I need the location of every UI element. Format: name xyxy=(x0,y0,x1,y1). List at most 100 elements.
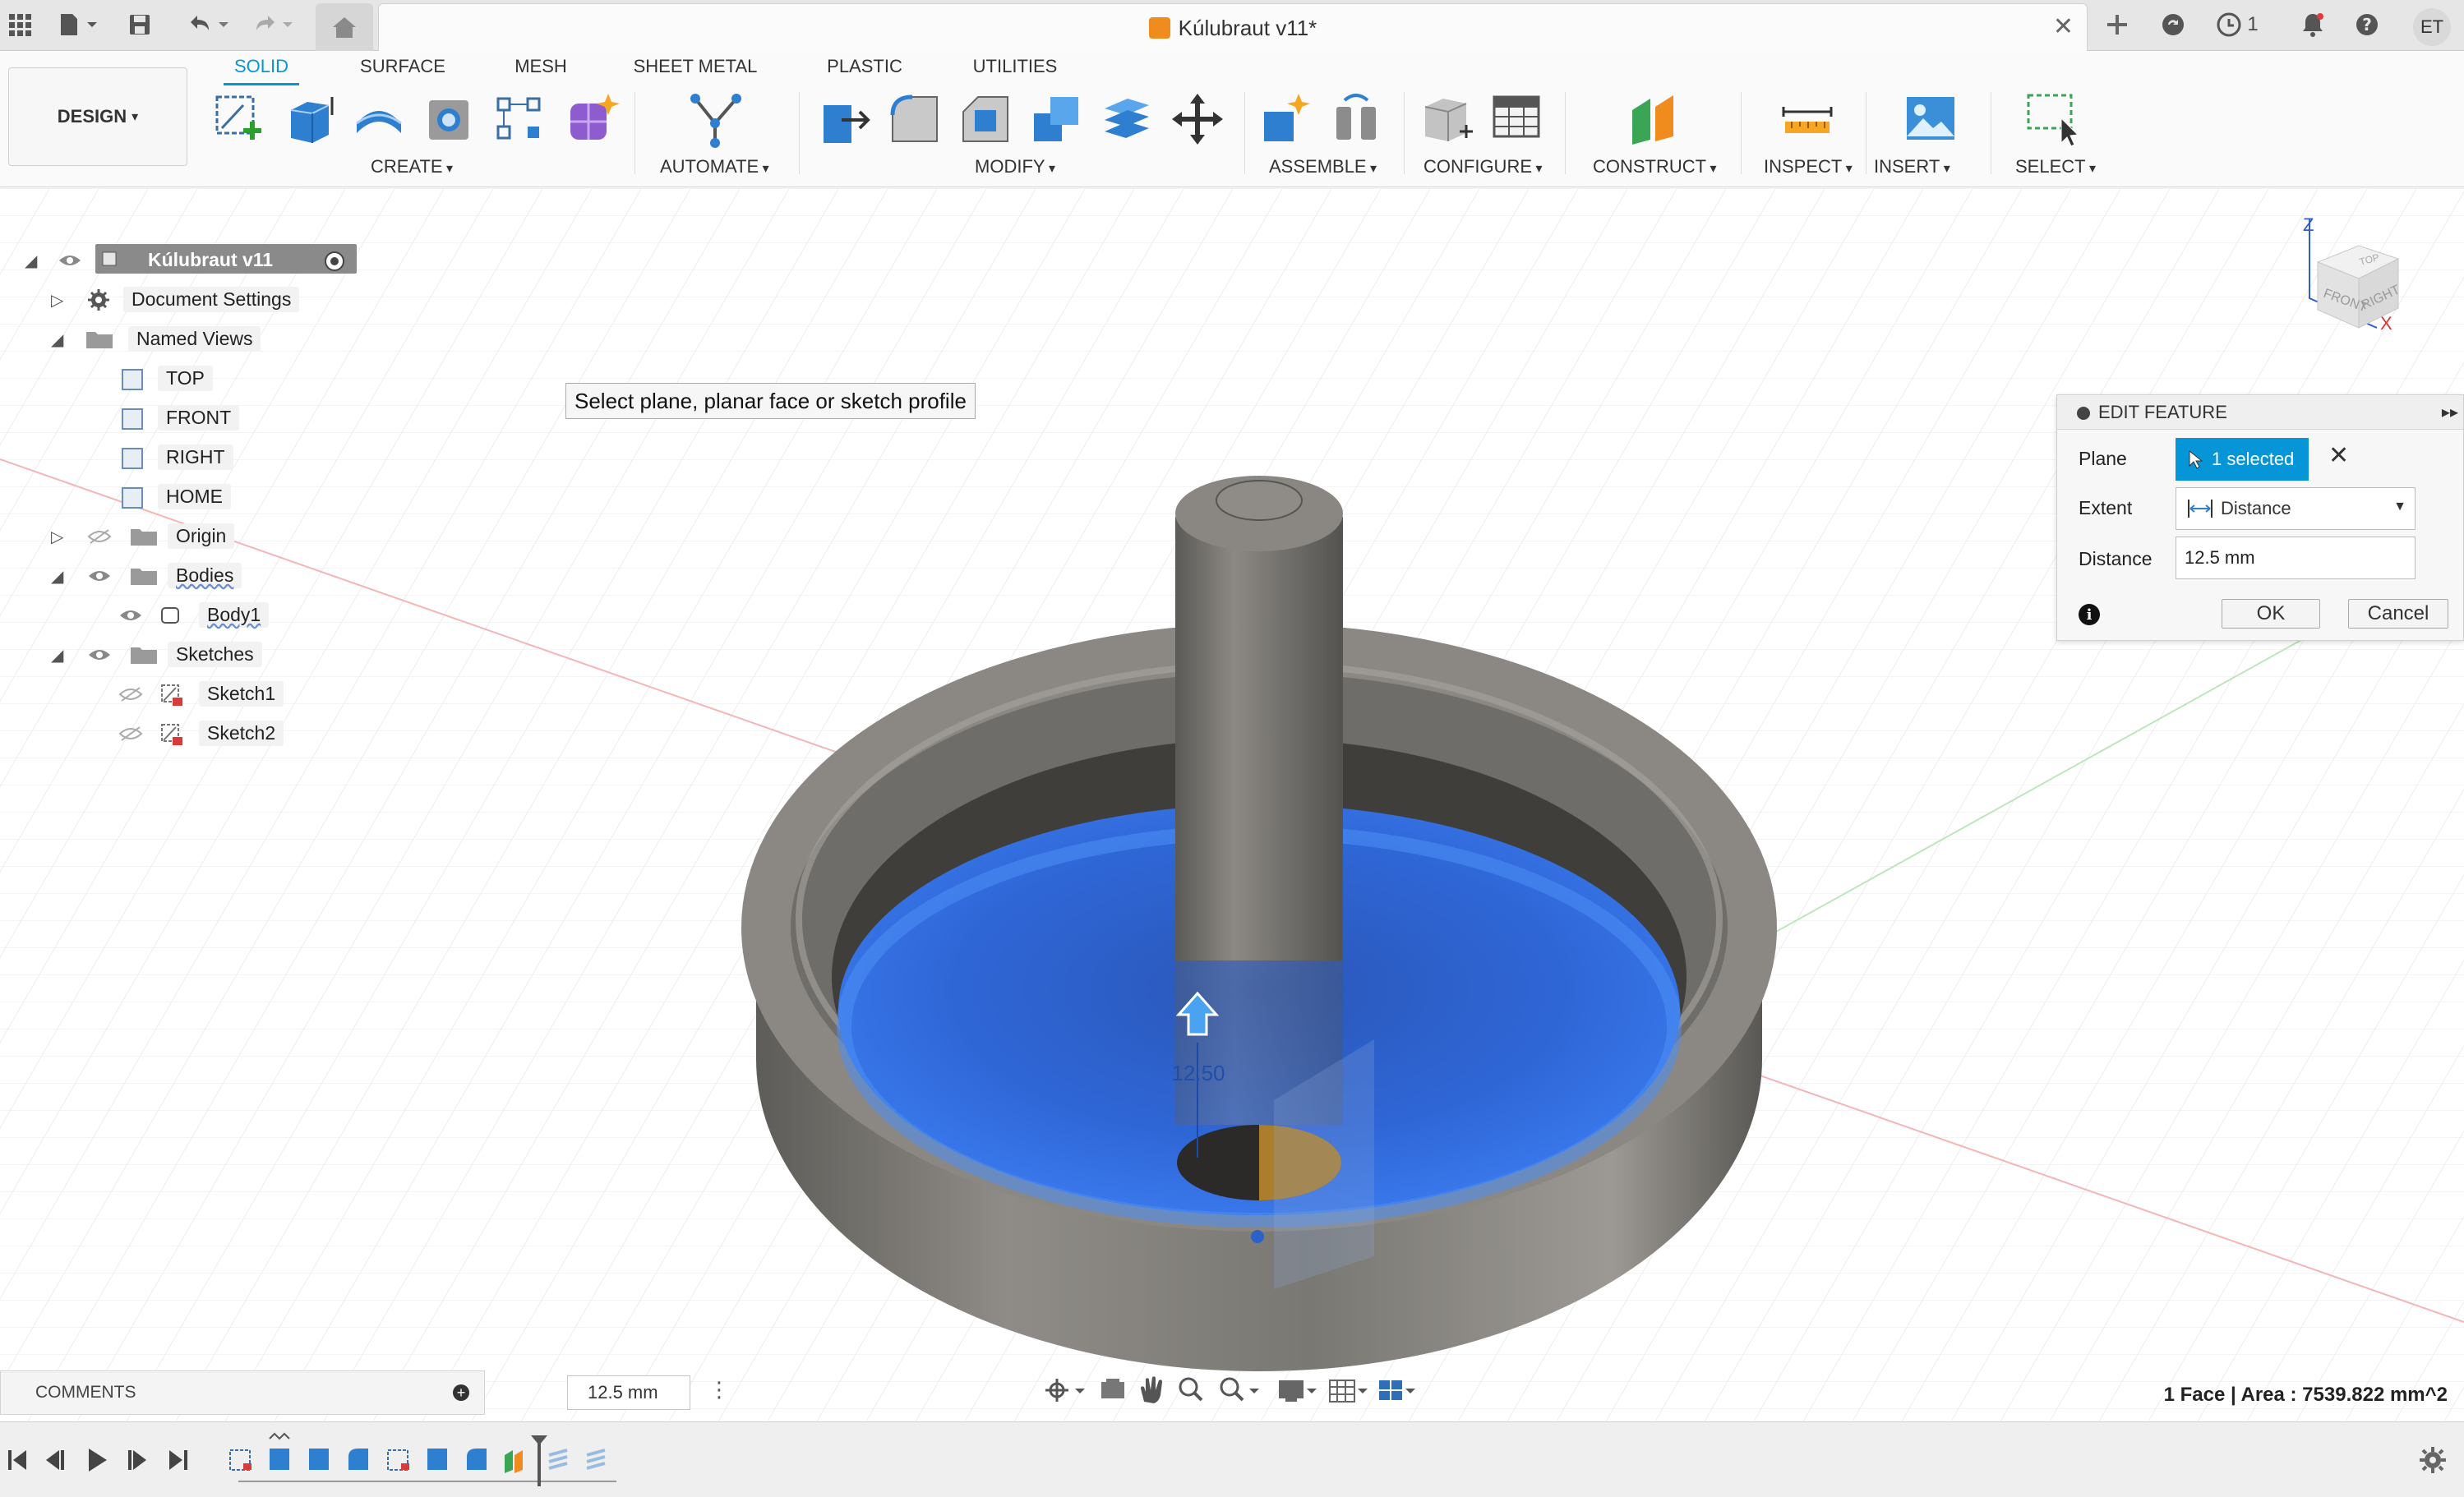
info-icon[interactable]: i xyxy=(2079,604,2100,625)
group-inspect[interactable]: INSPECT xyxy=(1764,156,1853,177)
visibility-hidden-eye-icon[interactable] xyxy=(118,686,143,702)
go-to-end-icon[interactable] xyxy=(169,1450,187,1470)
document-tab[interactable]: Kúlubraut v11* ✕ xyxy=(378,3,2088,51)
collapse-triangle-icon[interactable]: ◢ xyxy=(51,645,63,666)
close-tab-icon[interactable]: ✕ xyxy=(2053,12,2074,41)
activate-radio-icon[interactable] xyxy=(324,251,345,272)
timeline-settings-gear-icon[interactable] xyxy=(2416,1444,2449,1476)
group-create[interactable]: CREATE xyxy=(371,156,453,177)
group-insert[interactable]: INSERT xyxy=(1874,156,1950,177)
undo-icon[interactable] xyxy=(182,7,235,43)
home-tab-icon[interactable] xyxy=(316,3,373,51)
viewports-icon[interactable] xyxy=(1379,1380,1415,1400)
visibility-hidden-eye-icon[interactable] xyxy=(118,725,143,742)
create-form-icon[interactable] xyxy=(562,90,620,148)
step-back-icon[interactable] xyxy=(46,1450,64,1470)
file-menu-icon[interactable] xyxy=(51,7,104,43)
automate-icon[interactable] xyxy=(687,90,745,148)
redo-icon[interactable] xyxy=(247,7,299,43)
more-options-icon[interactable]: ⋮ xyxy=(708,1377,730,1403)
user-avatar[interactable]: ET xyxy=(2413,8,2451,46)
tab-mesh[interactable]: MESH xyxy=(505,56,577,85)
timeline-feature-extrude-icon[interactable] xyxy=(427,1449,447,1470)
timeline-feature-fillet-icon[interactable] xyxy=(467,1449,487,1470)
configure-icon[interactable] xyxy=(1419,90,1476,148)
tab-solid[interactable]: SOLID xyxy=(224,56,299,85)
timeline-feature-sketch-icon[interactable] xyxy=(229,1449,251,1471)
timeline-feature-extrude-pending-icon[interactable] xyxy=(548,1449,568,1470)
timeline-feature-extrude-icon[interactable] xyxy=(309,1449,329,1470)
visibility-eye-icon[interactable] xyxy=(58,252,82,269)
save-icon[interactable] xyxy=(123,7,156,43)
visibility-eye-icon[interactable] xyxy=(87,568,112,584)
expand-triangle-icon[interactable]: ▷ xyxy=(51,527,63,547)
shell-icon[interactable] xyxy=(421,90,478,148)
expand-triangle-icon[interactable]: ▷ xyxy=(51,290,63,311)
group-automate[interactable]: AUTOMATE xyxy=(660,156,769,177)
timeline-feature-extrude-pending-icon[interactable] xyxy=(586,1449,606,1470)
notifications-bell-icon[interactable] xyxy=(2296,7,2329,43)
canvas-viewport[interactable]: 12.50 Z X TOP FRONT RIGHT ◢ Kúlubraut v1… xyxy=(0,188,2464,1421)
comments-panel[interactable]: COMMENTS + xyxy=(0,1370,485,1415)
tab-plastic[interactable]: PLASTIC xyxy=(819,56,911,85)
offset-plane-icon[interactable] xyxy=(1627,90,1685,148)
pan-hand-icon[interactable] xyxy=(1141,1376,1162,1403)
collapse-dialog-icon[interactable] xyxy=(2077,407,2090,420)
timeline-feature-extrude-icon[interactable] xyxy=(269,1432,290,1470)
help-icon[interactable]: ? xyxy=(2351,7,2383,43)
look-at-icon[interactable] xyxy=(1101,1379,1124,1398)
zoom-icon[interactable] xyxy=(1179,1377,1203,1402)
fillet-icon[interactable] xyxy=(886,90,944,148)
fit-icon[interactable] xyxy=(1220,1377,1259,1402)
collapse-triangle-icon[interactable]: ◢ xyxy=(51,566,63,587)
step-forward-icon[interactable] xyxy=(128,1450,146,1470)
move-copy-icon[interactable] xyxy=(1169,90,1226,148)
edit-feature-header[interactable]: EDIT FEATURE ▸▸ xyxy=(2057,395,2463,430)
tab-sheet-metal[interactable]: SHEET METAL xyxy=(628,56,763,85)
extrude-icon[interactable] xyxy=(281,90,339,148)
bottom-distance-input[interactable]: 12.5 mm xyxy=(567,1375,690,1410)
create-sketch-icon[interactable] xyxy=(210,90,268,148)
new-tab-icon[interactable] xyxy=(2101,7,2134,43)
timeline-feature-fillet-icon[interactable] xyxy=(348,1449,368,1470)
window-select-icon[interactable] xyxy=(2023,90,2081,148)
distance-input[interactable] xyxy=(2176,537,2416,579)
clear-selection-icon[interactable]: ✕ xyxy=(2328,441,2349,470)
group-assemble[interactable]: ASSEMBLE xyxy=(1269,156,1377,177)
group-modify[interactable]: MODIFY xyxy=(975,156,1055,177)
visibility-eye-icon[interactable] xyxy=(118,607,143,624)
timeline-feature-plane-icon[interactable] xyxy=(505,1450,523,1473)
job-status-icon[interactable]: 1 xyxy=(2211,7,2263,43)
rectangular-pattern-icon[interactable] xyxy=(491,90,549,148)
workspace-switcher[interactable]: DESIGN ▾ xyxy=(8,67,187,166)
measure-icon[interactable] xyxy=(1779,90,1836,148)
data-panel-icon[interactable] xyxy=(2157,7,2189,43)
viewcube[interactable]: Z X TOP FRONT RIGHT xyxy=(2293,213,2408,377)
cancel-button[interactable]: Cancel xyxy=(2348,599,2448,629)
timeline-feature-sketch-icon[interactable] xyxy=(387,1449,409,1471)
timeline-marker[interactable] xyxy=(531,1435,547,1486)
tab-utilities[interactable]: UTILITIES xyxy=(967,56,1064,85)
configuration-table-icon[interactable] xyxy=(1489,90,1547,148)
chamfer-icon[interactable] xyxy=(957,90,1014,148)
new-component-icon[interactable] xyxy=(1257,90,1315,148)
visibility-eye-icon[interactable] xyxy=(87,647,112,663)
insert-image-icon[interactable] xyxy=(1902,90,1959,148)
combine-icon[interactable] xyxy=(1027,90,1085,148)
display-settings-icon[interactable] xyxy=(1279,1380,1317,1402)
tab-surface[interactable]: SURFACE xyxy=(355,56,450,85)
play-icon[interactable] xyxy=(89,1449,107,1472)
app-grid-icon[interactable] xyxy=(3,7,36,43)
group-configure[interactable]: CONFIGURE xyxy=(1423,156,1542,177)
visibility-hidden-eye-icon[interactable] xyxy=(87,528,112,545)
group-select[interactable]: SELECT xyxy=(2015,156,2096,177)
go-to-start-icon[interactable] xyxy=(8,1450,26,1470)
ok-button[interactable]: OK xyxy=(2222,599,2320,629)
model-canvas[interactable]: 12.50 xyxy=(0,188,2464,1421)
revolve-icon[interactable] xyxy=(350,90,408,148)
extent-select[interactable]: Distance ▼ xyxy=(2176,487,2416,530)
plane-selection-button[interactable]: 1 selected xyxy=(2176,438,2309,481)
collapse-triangle-icon[interactable]: ◢ xyxy=(51,329,63,350)
grid-settings-icon[interactable] xyxy=(1329,1380,1368,1403)
orbit-icon[interactable] xyxy=(1045,1379,1085,1402)
